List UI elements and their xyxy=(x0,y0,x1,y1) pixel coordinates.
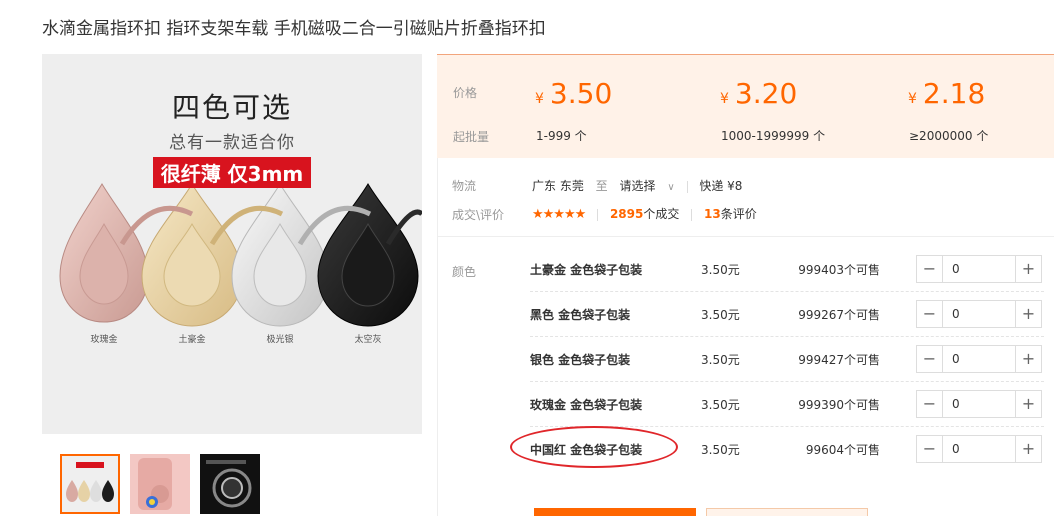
sku-price: 3.50元 xyxy=(701,443,740,457)
destination-value: 请选择 xyxy=(619,179,656,193)
increment-button[interactable]: + xyxy=(1015,391,1041,417)
currency-symbol: ¥ xyxy=(720,91,729,107)
color-label-gold: 土豪金 xyxy=(178,335,206,345)
sku-price: 3.50元 xyxy=(701,263,740,277)
add-to-cart-button[interactable] xyxy=(706,508,868,516)
logistics-info: 广东 东莞 至 请选择 ∨ 快递 ¥8 xyxy=(532,177,742,194)
thumbnail-3-image xyxy=(200,454,260,514)
section-border xyxy=(437,158,438,516)
thumbnail-1[interactable] xyxy=(60,454,120,514)
reviews-suffix: 条评价 xyxy=(720,207,757,221)
reviews-link[interactable]: 13条评价 xyxy=(704,207,757,221)
quantity-stepper: − + xyxy=(916,255,1042,283)
quantity-stepper: − + xyxy=(916,300,1042,328)
sku-name: 土豪金 金色袋子包装 xyxy=(530,263,643,277)
quantity-input[interactable] xyxy=(944,301,1014,327)
section-divider xyxy=(437,236,1054,237)
promo-subline: 总有一款适合你 xyxy=(169,133,295,153)
thumbnail-1-image xyxy=(62,456,118,512)
increment-button[interactable]: + xyxy=(1015,256,1041,282)
quantity-input[interactable] xyxy=(944,391,1014,417)
thumbnail-3[interactable] xyxy=(200,454,260,514)
sku-price: 3.50元 xyxy=(701,398,740,412)
deals-link[interactable]: 2895个成交 xyxy=(610,207,679,221)
decrement-button[interactable]: − xyxy=(917,346,943,372)
sku-row: 银色 金色袋子包装 3.50元 999427个可售 − + xyxy=(530,337,1044,382)
sku-row: 黑色 金色袋子包装 3.50元 999267个可售 − + xyxy=(530,292,1044,337)
quantity-input[interactable] xyxy=(944,346,1014,372)
sku-stock: 999427个可售 xyxy=(798,353,880,367)
color-label-grey: 太空灰 xyxy=(354,335,382,345)
highlight-annotation-circle xyxy=(510,426,678,468)
chevron-down-icon: ∨ xyxy=(667,182,675,193)
decrement-button[interactable]: − xyxy=(917,301,943,327)
reviews-label: 成交\评价 xyxy=(452,206,504,223)
batch-tier-1: 1-999 个 xyxy=(536,129,587,143)
rating-stars-icon: ★★★★★ xyxy=(532,207,586,222)
deals-suffix: 个成交 xyxy=(643,207,680,221)
currency-symbol: ¥ xyxy=(908,91,917,107)
price-tier-1: ¥3.50 xyxy=(535,77,612,110)
price-value: 3.20 xyxy=(734,77,798,110)
divider xyxy=(686,180,688,193)
sku-stock: 999267个可售 xyxy=(798,308,880,322)
currency-symbol: ¥ xyxy=(535,91,544,107)
thumbnail-2[interactable] xyxy=(130,454,190,514)
batch-tier-2: 1000-1999999 个 xyxy=(721,129,826,143)
increment-button[interactable]: + xyxy=(1015,436,1041,462)
sku-price: 3.50元 xyxy=(701,308,740,322)
sku-row: 玫瑰金 金色袋子包装 3.50元 999390个可售 − + xyxy=(530,382,1044,427)
main-product-image[interactable]: 四色可选 总有一款适合你 很纤薄 仅3mm 玫瑰金 土豪金 极光银 太空灰 xyxy=(42,54,422,434)
price-value: 2.18 xyxy=(922,77,986,110)
sku-name: 银色 金色袋子包装 xyxy=(530,353,631,367)
sku-row: 土豪金 金色袋子包装 3.50元 999403个可售 − + xyxy=(530,247,1044,292)
sku-stock: 999403个可售 xyxy=(798,263,880,277)
thumbnail-2-image xyxy=(130,454,190,514)
quantity-input[interactable] xyxy=(944,256,1014,282)
product-title: 水滴金属指环扣 指环支架车载 手机磁吸二合一引磁贴片折叠指环扣 xyxy=(42,19,546,39)
sku-price: 3.50元 xyxy=(701,353,740,367)
price-value: 3.50 xyxy=(549,77,613,110)
divider xyxy=(691,208,693,221)
increment-button[interactable]: + xyxy=(1015,346,1041,372)
price-tier-3: ¥2.18 xyxy=(908,77,985,110)
sku-name: 黑色 金色袋子包装 xyxy=(530,308,631,322)
logistics-label: 物流 xyxy=(452,177,476,194)
reviews-info: ★★★★★ 2895个成交 13条评价 xyxy=(532,205,757,222)
promo-text: 四色可选 总有一款适合你 很纤薄 仅3mm xyxy=(42,86,422,188)
sku-color-label-text: 颜色 xyxy=(452,265,477,279)
sku-name: 玫瑰金 金色袋子包装 xyxy=(530,398,643,412)
destination-select[interactable]: 请选择 ∨ xyxy=(620,179,675,193)
reviews-count: 13 xyxy=(704,207,721,221)
color-label-rose: 玫瑰金 xyxy=(90,335,118,345)
quantity-stepper: − + xyxy=(916,435,1042,463)
batch-label: 起批量 xyxy=(453,130,490,144)
logistics-to: 至 xyxy=(595,179,608,193)
sku-color-label: 颜色 xyxy=(452,263,476,280)
batch-tier-3: ≥2000000 个 xyxy=(909,129,989,143)
quantity-stepper: − + xyxy=(916,390,1042,418)
promo-headline: 四色可选 xyxy=(171,91,292,124)
deals-count: 2895 xyxy=(609,207,644,221)
reviews-label-text: 成交\评价 xyxy=(452,208,505,222)
sku-stock: 99604个可售 xyxy=(805,443,880,457)
color-label-silver: 极光银 xyxy=(266,335,294,345)
promo-badge: 很纤薄 仅3mm xyxy=(152,157,312,188)
logistics-label-text: 物流 xyxy=(452,179,477,193)
increment-button[interactable]: + xyxy=(1015,301,1041,327)
decrement-button[interactable]: − xyxy=(917,436,943,462)
quantity-input[interactable] xyxy=(944,436,1014,462)
price-tier-2: ¥3.20 xyxy=(720,77,797,110)
sku-stock: 999390个可售 xyxy=(798,398,880,412)
logistics-origin: 广东 东莞 xyxy=(532,179,584,193)
quantity-stepper: − + xyxy=(916,345,1042,373)
decrement-button[interactable]: − xyxy=(917,256,943,282)
buy-now-button[interactable] xyxy=(534,508,696,516)
price-label: 价格 xyxy=(453,86,478,100)
divider xyxy=(597,208,599,221)
decrement-button[interactable]: − xyxy=(917,391,943,417)
shipping-fee: 快递 ¥8 xyxy=(699,179,743,193)
price-panel: 价格 起批量 ¥3.50 ¥3.20 ¥2.18 1-999 个 1000-19… xyxy=(437,54,1054,158)
